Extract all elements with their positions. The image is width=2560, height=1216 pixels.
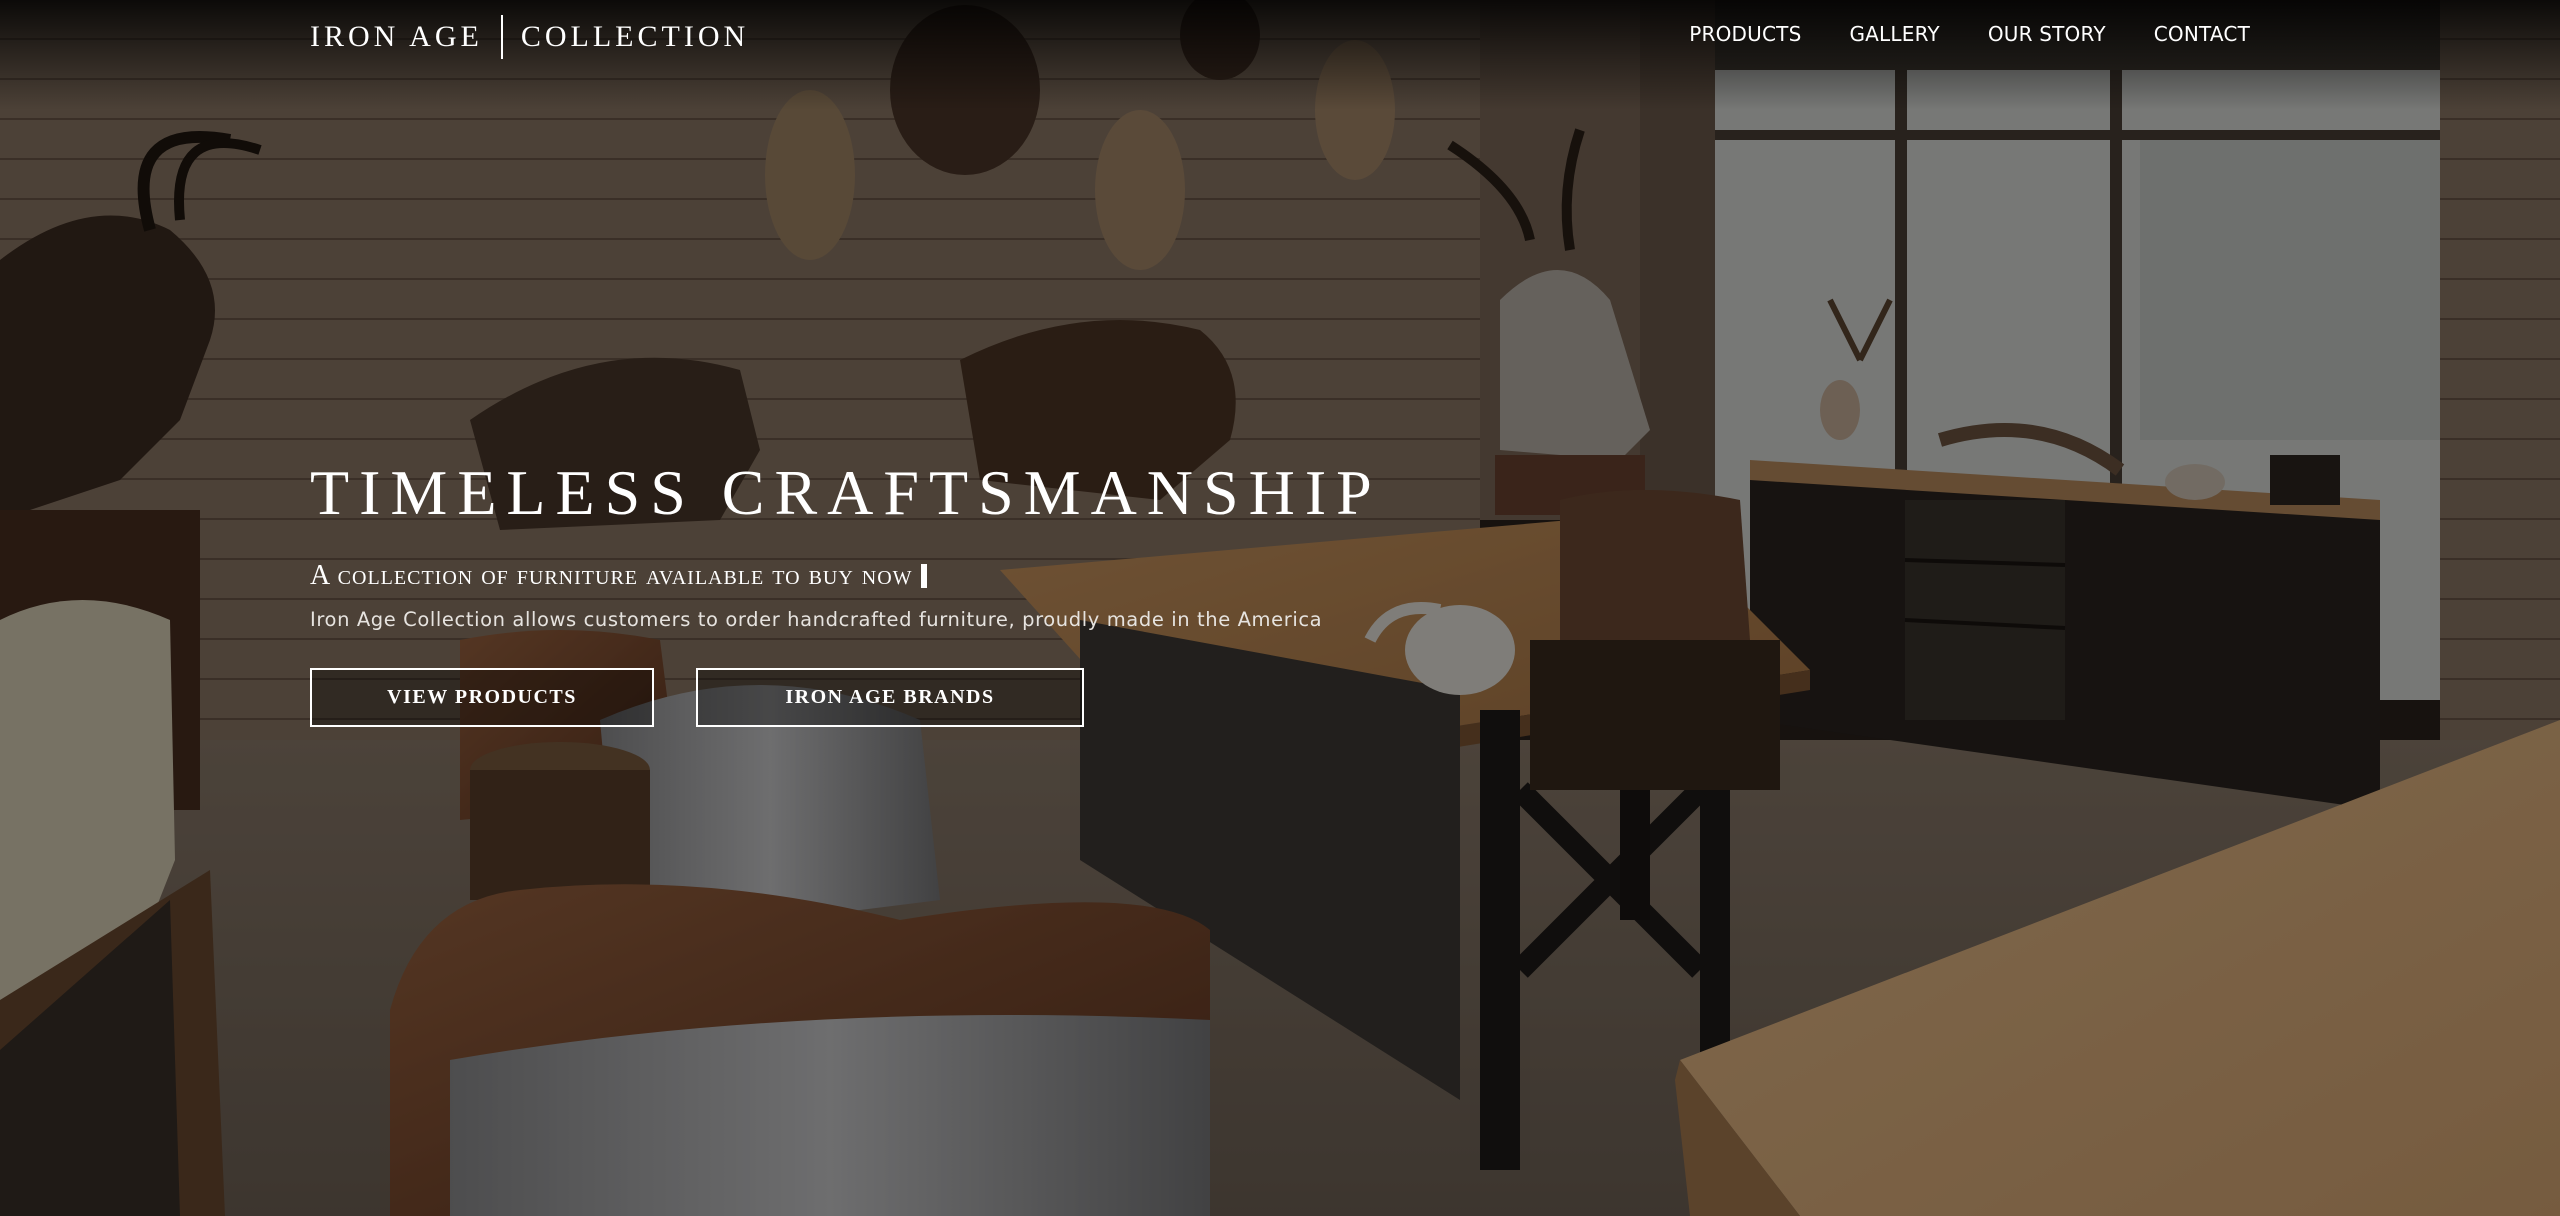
site-header: IRON AGE COLLECTION PRODUCTS GALLERY OUR…	[0, 0, 2560, 72]
hero-subtitle-text: A collection of furniture available to b…	[310, 560, 913, 591]
hero-content: TIMELESS CRAFTSMANSHIP A collection of f…	[310, 455, 1410, 727]
brand-divider	[500, 15, 503, 59]
hero-description: Iron Age Collection allows customers to …	[310, 608, 1323, 631]
hero-subtitle: A collection of furniture available to b…	[310, 556, 1410, 596]
brand-logo[interactable]: IRON AGE COLLECTION	[310, 14, 749, 60]
main-nav: PRODUCTS GALLERY OUR STORY CONTACT	[1689, 22, 2250, 46]
brand-name-right: COLLECTION	[520, 20, 750, 53]
nav-gallery[interactable]: GALLERY	[1849, 22, 1939, 46]
nav-products[interactable]: PRODUCTS	[1689, 22, 1801, 46]
hero-buttons: VIEW PRODUCTS IRON AGE BRANDS	[310, 668, 1410, 727]
nav-our-story[interactable]: OUR STORY	[1988, 22, 2106, 46]
view-products-button[interactable]: VIEW PRODUCTS	[310, 668, 654, 727]
iron-age-brands-button[interactable]: IRON AGE BRANDS	[696, 668, 1084, 727]
nav-contact[interactable]: CONTACT	[2154, 22, 2250, 46]
typing-caret	[920, 564, 927, 588]
brand-name-left: IRON AGE	[310, 20, 483, 53]
hero-title: TIMELESS CRAFTSMANSHIP	[310, 457, 1382, 528]
